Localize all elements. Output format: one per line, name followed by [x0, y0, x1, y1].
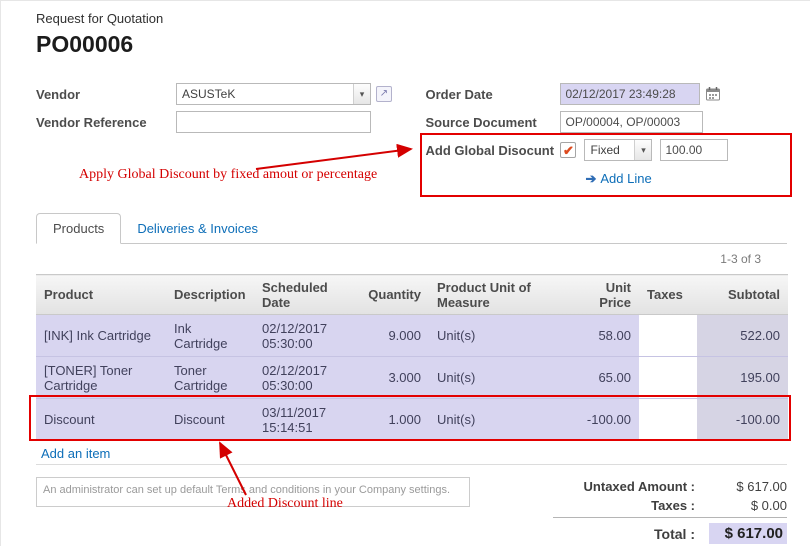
- cell-uom[interactable]: Unit(s): [429, 357, 569, 399]
- column-header-unit-price[interactable]: Unit Price: [569, 275, 639, 315]
- cell-quantity[interactable]: 9.000: [359, 315, 429, 357]
- totals-separator: [553, 517, 787, 518]
- add-an-item-link[interactable]: Add an item: [41, 446, 110, 461]
- vendor-reference-label: Vendor Reference: [36, 111, 176, 130]
- pager[interactable]: 1-3 of 3: [36, 252, 787, 266]
- vendor-select[interactable]: ASUSTeK ▾: [176, 83, 371, 105]
- form-fields: Vendor ASUSTeK ▾ ↗ Vendor Reference Orde…: [36, 83, 787, 195]
- total-label: Total :: [654, 526, 695, 542]
- cell-description[interactable]: Ink Cartridge: [166, 315, 254, 357]
- cell-quantity[interactable]: 1.000: [359, 399, 429, 441]
- add-line-link[interactable]: ➔ Add Line: [585, 171, 651, 187]
- cell-description[interactable]: Toner Cartridge: [166, 357, 254, 399]
- total-value: $ 617.00: [709, 523, 787, 544]
- discount-type-select[interactable]: Fixed ▾: [584, 139, 652, 161]
- order-date-label: Order Date: [425, 83, 560, 102]
- cell-uom[interactable]: Unit(s): [429, 399, 569, 441]
- doc-type-label: Request for Quotation: [36, 11, 787, 29]
- chevron-down-icon[interactable]: ▾: [353, 84, 370, 104]
- cell-uom[interactable]: Unit(s): [429, 315, 569, 357]
- source-document-input[interactable]: [560, 111, 703, 133]
- cell-subtotal[interactable]: 195.00: [697, 357, 788, 399]
- cell-scheduled-date[interactable]: 03/11/2017 15:14:51: [254, 399, 359, 441]
- vendor-label: Vendor: [36, 83, 176, 102]
- add-line-label: Add Line: [600, 171, 651, 186]
- cell-quantity[interactable]: 3.000: [359, 357, 429, 399]
- cell-product[interactable]: [INK] Ink Cartridge: [36, 315, 166, 357]
- cell-product[interactable]: [TONER] Toner Cartridge: [36, 357, 166, 399]
- chevron-down-icon[interactable]: ▾: [634, 140, 651, 160]
- cell-subtotal[interactable]: -100.00: [697, 399, 788, 441]
- tab-deliveries-invoices[interactable]: Deliveries & Invoices: [121, 214, 274, 243]
- taxes-label: Taxes :: [651, 498, 695, 513]
- form-footer: An administrator can set up default Term…: [36, 477, 787, 548]
- notebook-tabs: Products Deliveries & Invoices: [36, 213, 787, 244]
- cell-taxes[interactable]: [639, 357, 697, 399]
- untaxed-amount-value: $ 617.00: [709, 479, 787, 494]
- table-row-discount[interactable]: Discount Discount 03/11/2017 15:14:51 1.…: [36, 399, 788, 441]
- cell-unit-price[interactable]: 58.00: [569, 315, 639, 357]
- column-header-product[interactable]: Product: [36, 275, 166, 315]
- totals-panel: Untaxed Amount : $ 617.00 Taxes : $ 0.00…: [553, 477, 787, 548]
- cell-unit-price[interactable]: 65.00: [569, 357, 639, 399]
- column-header-subtotal[interactable]: Subtotal: [697, 275, 788, 315]
- calendar-icon[interactable]: [705, 86, 721, 102]
- cell-taxes[interactable]: [639, 315, 697, 357]
- cell-scheduled-date[interactable]: 02/12/2017 05:30:00: [254, 357, 359, 399]
- vendor-reference-input[interactable]: [176, 111, 371, 133]
- column-header-uom[interactable]: Product Unit of Measure: [429, 275, 569, 315]
- add-line-arrow-icon: ➔: [585, 171, 596, 186]
- discount-amount-input[interactable]: [660, 139, 728, 161]
- cell-taxes[interactable]: [639, 399, 697, 441]
- column-header-quantity[interactable]: Quantity: [359, 275, 429, 315]
- table-row-ink[interactable]: [INK] Ink Cartridge Ink Cartridge 02/12/…: [36, 315, 788, 357]
- purchase-order-form: Request for Quotation PO00006 Vendor ASU…: [1, 1, 810, 548]
- vendor-value: ASUSTeK: [177, 84, 353, 104]
- page-title: PO00006: [36, 29, 787, 59]
- external-link-icon[interactable]: ↗: [376, 86, 392, 102]
- global-discount-label: Add Global Disocunt: [425, 139, 560, 158]
- table-header-row: Product Description Scheduled Date Quant…: [36, 275, 788, 315]
- order-date-input[interactable]: [560, 83, 700, 105]
- discount-type-value: Fixed: [585, 140, 634, 160]
- cell-description[interactable]: Discount: [166, 399, 254, 441]
- column-header-description[interactable]: Description: [166, 275, 254, 315]
- taxes-value: $ 0.00: [709, 498, 787, 513]
- cell-subtotal[interactable]: 522.00: [697, 315, 788, 357]
- cell-unit-price[interactable]: -100.00: [569, 399, 639, 441]
- source-document-label: Source Document: [425, 111, 560, 130]
- order-lines-table: Product Description Scheduled Date Quant…: [36, 274, 788, 441]
- cell-scheduled-date[interactable]: 02/12/2017 05:30:00: [254, 315, 359, 357]
- cell-product[interactable]: Discount: [36, 399, 166, 441]
- column-header-scheduled-date[interactable]: Scheduled Date: [254, 275, 359, 315]
- tab-products[interactable]: Products: [36, 213, 121, 244]
- check-icon: ✔: [563, 144, 574, 157]
- column-header-taxes[interactable]: Taxes: [639, 275, 697, 315]
- untaxed-amount-label: Untaxed Amount :: [584, 479, 695, 494]
- global-discount-checkbox[interactable]: ✔: [560, 142, 576, 158]
- terms-and-conditions-field[interactable]: An administrator can set up default Term…: [36, 477, 470, 507]
- table-row-toner[interactable]: [TONER] Toner Cartridge Toner Cartridge …: [36, 357, 788, 399]
